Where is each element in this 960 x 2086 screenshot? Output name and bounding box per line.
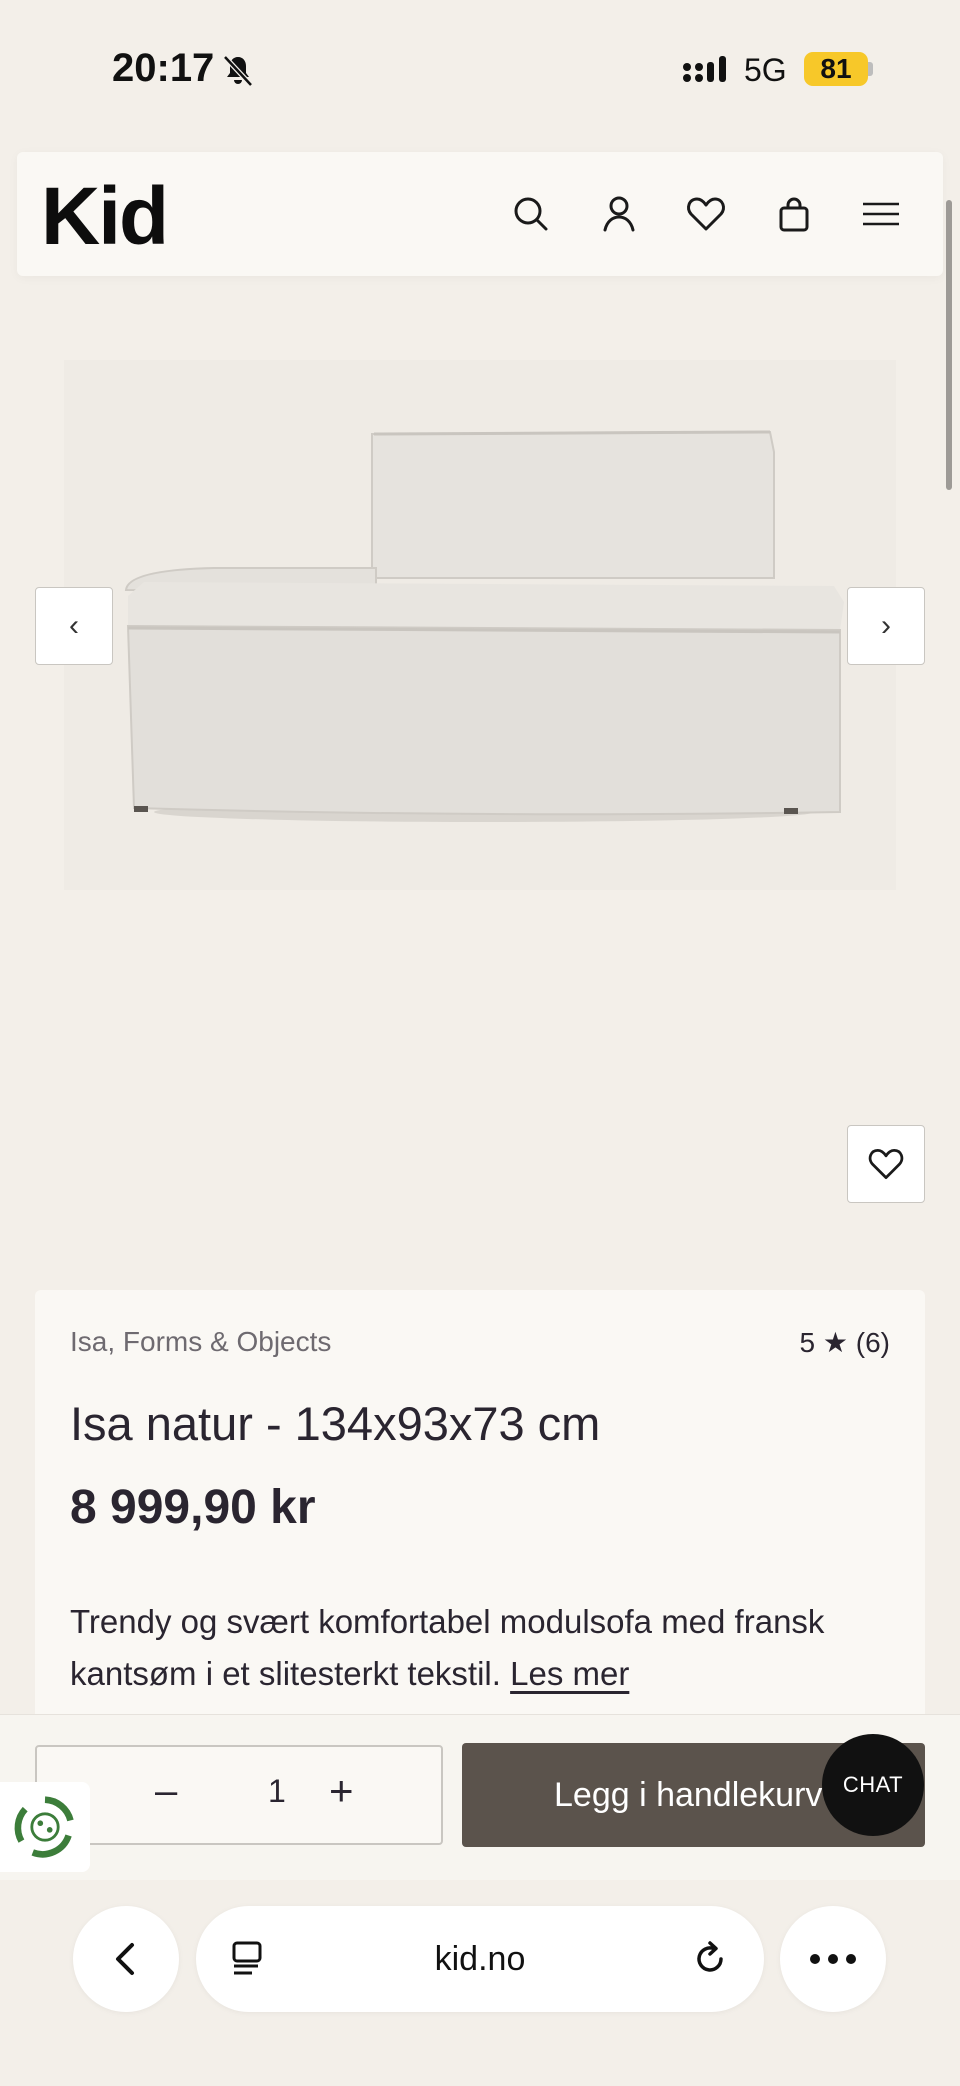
chevron-left-icon <box>116 1943 134 1975</box>
product-info-card: Isa, Forms & Objects 5 ★ (6) Isa natur -… <box>35 1290 925 1740</box>
product-price: 8 999,90 kr <box>70 1481 316 1534</box>
signal-icon <box>682 54 732 86</box>
menu-icon[interactable] <box>859 192 903 236</box>
recycle-globe-icon <box>14 1796 74 1858</box>
scrollbar[interactable] <box>946 200 952 490</box>
browser-toolbar: kid.no <box>0 1880 960 2086</box>
description-text: Trendy og svært komfortabel modulsofa me… <box>70 1603 825 1692</box>
search-icon[interactable] <box>509 192 553 236</box>
quantity-stepper: – 1 + <box>35 1745 443 1845</box>
product-description: Trendy og svært komfortabel modulsofa me… <box>70 1596 900 1700</box>
quantity-increase-button[interactable]: + <box>329 1767 354 1815</box>
quantity-decrease-button[interactable]: – <box>155 1769 177 1814</box>
status-bar: 20:17 5G 81 <box>0 0 960 140</box>
browser-more-button[interactable] <box>780 1906 886 2012</box>
chevron-right-icon: › <box>881 609 891 642</box>
carousel-prev-button[interactable]: ‹ <box>35 587 113 665</box>
add-to-wishlist-button[interactable] <box>847 1125 925 1203</box>
purchase-bar: – 1 + Legg i handlekurv <box>0 1714 960 1880</box>
carousel-next-button[interactable]: › <box>847 587 925 665</box>
browser-back-button[interactable] <box>73 1906 179 2012</box>
cart-icon[interactable] <box>772 192 816 236</box>
product-brand[interactable]: Isa, Forms & Objects <box>70 1326 331 1358</box>
battery-indicator: 81 <box>804 52 868 86</box>
bell-off-icon <box>222 54 254 88</box>
chat-button[interactable]: CHAT <box>822 1734 924 1836</box>
address-bar[interactable]: kid.no <box>196 1906 764 2012</box>
wishlist-icon[interactable] <box>684 192 728 236</box>
kid-logo[interactable]: Kid <box>41 170 169 264</box>
reload-icon[interactable] <box>690 1939 730 1979</box>
product-image[interactable] <box>64 360 896 890</box>
url-text[interactable]: kid.no <box>196 1940 764 1979</box>
product-title: Isa natur - 134x93x73 cm <box>70 1397 601 1450</box>
read-more-link[interactable]: Les mer <box>510 1655 629 1692</box>
network-label: 5G <box>744 52 787 88</box>
account-icon[interactable] <box>597 192 641 236</box>
chevron-left-icon: ‹ <box>69 609 79 642</box>
eco-badge[interactable] <box>0 1782 90 1872</box>
status-time: 20:17 <box>112 46 215 90</box>
heart-icon <box>868 1149 904 1179</box>
quantity-value[interactable]: 1 <box>268 1773 286 1810</box>
site-header: Kid <box>17 152 943 276</box>
battery-nub <box>868 62 873 76</box>
more-icon <box>810 1954 856 1964</box>
product-rating[interactable]: 5 ★ (6) <box>800 1326 890 1359</box>
